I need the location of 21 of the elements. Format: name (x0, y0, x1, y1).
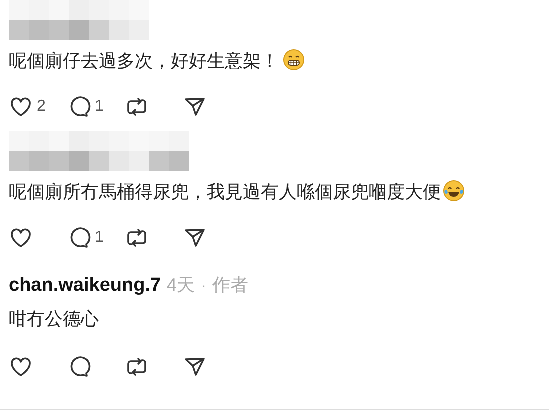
like-button[interactable] (9, 226, 33, 250)
repost-button[interactable] (125, 226, 149, 250)
repost-button[interactable] (125, 95, 149, 119)
like-button[interactable] (9, 355, 33, 379)
share-button[interactable] (183, 355, 207, 379)
count-label: 1 (95, 228, 104, 248)
share-button[interactable] (183, 226, 207, 250)
count-label: 2 (37, 97, 46, 117)
laughing-tears-face-icon (443, 180, 465, 202)
comment-text: 呢個廁仔去過多次，好好生意架！ (9, 48, 549, 75)
timestamp: 4天 (167, 274, 196, 297)
comment-text: 咁冇公德心 (9, 308, 100, 331)
repost-button[interactable] (125, 355, 149, 379)
share-button[interactable] (183, 95, 207, 119)
grinning-face-icon (283, 49, 305, 71)
count-label: 1 (95, 97, 104, 117)
comment-text: 呢個廁所冇馬桶得尿兜，我見過有人喺個尿兜嗰度大便 (9, 179, 549, 206)
username[interactable]: chan.waikeung.7 (9, 272, 162, 300)
author-tag: 作者 (212, 272, 248, 299)
like-button[interactable] (9, 95, 33, 119)
separator: · (201, 277, 206, 297)
